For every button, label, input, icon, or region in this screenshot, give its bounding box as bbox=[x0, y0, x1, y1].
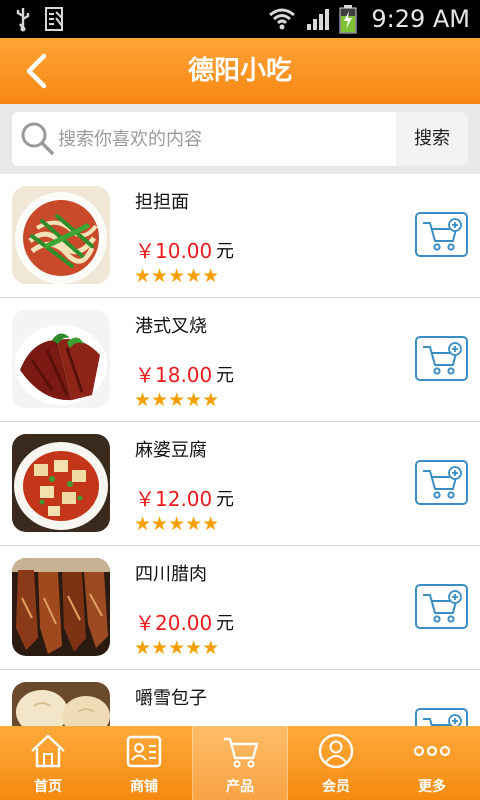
product-name: 担担面 bbox=[135, 192, 189, 213]
more-icon bbox=[413, 745, 451, 757]
product-image-char-siu bbox=[12, 310, 110, 408]
list-item[interactable]: 四川腊肉 ￥20.00 元 ★★★★★ bbox=[0, 546, 480, 670]
cart-add-icon bbox=[423, 218, 462, 251]
list-item[interactable]: 嚼雪包子 bbox=[0, 670, 480, 726]
cart-add-icon bbox=[423, 590, 462, 623]
battery-icon bbox=[339, 5, 357, 34]
add-to-cart-button[interactable] bbox=[415, 460, 468, 505]
cart-add-icon bbox=[423, 342, 462, 375]
search-field bbox=[12, 112, 396, 166]
cart-icon bbox=[224, 737, 259, 768]
product-name: 嚼雪包子 bbox=[135, 688, 207, 709]
price-unit: 元 bbox=[216, 365, 234, 386]
product-image-buns bbox=[12, 682, 110, 726]
product-price: ￥10.00 bbox=[135, 239, 213, 263]
product-name: 港式叉烧 bbox=[135, 316, 207, 337]
rating-stars: ★★★★★ bbox=[134, 637, 220, 659]
status-left-icons bbox=[14, 6, 66, 32]
nav-label: 产品 bbox=[226, 779, 254, 795]
search-icon bbox=[21, 122, 54, 155]
nav-label: 首页 bbox=[34, 779, 62, 795]
home-icon bbox=[31, 734, 65, 768]
nav-label: 商铺 bbox=[130, 779, 158, 795]
member-icon bbox=[318, 733, 354, 769]
add-to-cart-button[interactable] bbox=[415, 584, 468, 629]
nav-label: 会员 bbox=[322, 779, 350, 795]
add-to-cart-button[interactable] bbox=[415, 336, 468, 381]
page-title: 德阳小吃 bbox=[187, 56, 292, 86]
add-to-cart-button[interactable] bbox=[415, 212, 468, 257]
price-unit: 元 bbox=[216, 613, 234, 634]
add-to-cart-button[interactable] bbox=[415, 708, 468, 726]
bottom-nav: 首页 商铺 产品 会员 更多 bbox=[0, 726, 480, 800]
price-unit: 元 bbox=[216, 241, 234, 262]
store-icon bbox=[126, 735, 162, 768]
product-price: ￥12.00 bbox=[135, 487, 213, 511]
status-right-icons: 9:29 AM bbox=[267, 0, 470, 38]
search-input[interactable] bbox=[58, 112, 388, 166]
nav-item-member[interactable]: 会员 bbox=[288, 726, 384, 800]
rating-stars: ★★★★★ bbox=[134, 389, 220, 411]
cart-add-icon bbox=[423, 714, 462, 726]
nav-label: 更多 bbox=[418, 779, 446, 795]
list-item[interactable]: 麻婆豆腐 ￥12.00 元 ★★★★★ bbox=[0, 422, 480, 546]
app-header: 德阳小吃 bbox=[0, 38, 480, 104]
wifi-icon bbox=[269, 8, 296, 30]
price-unit: 元 bbox=[216, 489, 234, 510]
search-bar: 搜索 bbox=[0, 104, 480, 174]
product-price: ￥20.00 bbox=[135, 611, 213, 635]
product-name: 四川腊肉 bbox=[135, 564, 207, 585]
product-name: 麻婆豆腐 bbox=[135, 440, 207, 461]
nav-item-home[interactable]: 首页 bbox=[0, 726, 96, 800]
status-time: 9:29 AM bbox=[371, 5, 470, 33]
product-list: 担担面 ￥10.00 元 ★★★★★ 港式叉烧 ￥18.00 元 ★★★★★ 麻… bbox=[0, 174, 480, 726]
signal-icon bbox=[307, 9, 330, 30]
search-button[interactable]: 搜索 bbox=[396, 112, 468, 166]
nav-item-products[interactable]: 产品 bbox=[192, 726, 288, 800]
product-price: ￥18.00 bbox=[135, 363, 213, 387]
nav-item-store[interactable]: 商铺 bbox=[96, 726, 192, 800]
product-image-dandan-noodles bbox=[12, 186, 110, 284]
rating-stars: ★★★★★ bbox=[134, 513, 220, 535]
product-image-mapo-tofu bbox=[12, 434, 110, 532]
notification-icon bbox=[45, 7, 63, 31]
rating-stars: ★★★★★ bbox=[134, 265, 220, 287]
list-item[interactable]: 担担面 ￥10.00 元 ★★★★★ bbox=[0, 174, 480, 298]
list-item[interactable]: 港式叉烧 ￥18.00 元 ★★★★★ bbox=[0, 298, 480, 422]
usb-icon bbox=[16, 8, 30, 32]
cart-add-icon bbox=[423, 466, 462, 499]
status-bar: 9:29 AM bbox=[0, 0, 480, 38]
product-image-cured-pork bbox=[12, 558, 110, 656]
nav-item-more[interactable]: 更多 bbox=[384, 726, 480, 800]
